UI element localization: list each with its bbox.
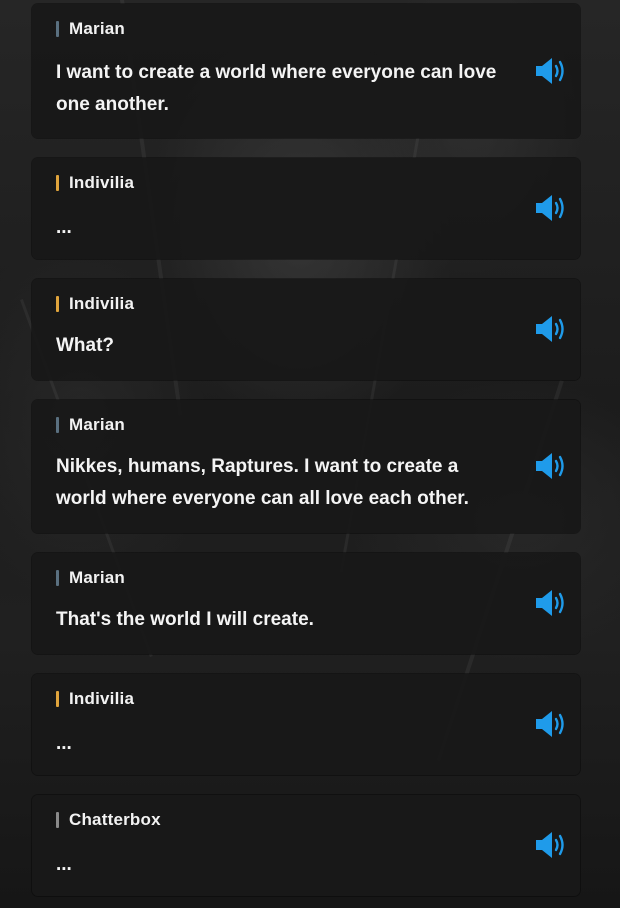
- speaker-name: Indivilia: [69, 294, 135, 313]
- dialogue-entry: Indivilia ...: [32, 674, 580, 775]
- speaker-header: Indivilia: [56, 172, 134, 194]
- voice-play-button[interactable]: [532, 586, 572, 620]
- speaker-volume-icon: [536, 58, 564, 84]
- speaker-header: Indivilia: [56, 293, 134, 315]
- voice-play-button[interactable]: [532, 707, 572, 741]
- voice-play-button[interactable]: [532, 191, 572, 225]
- speaker-header: Indivilia: [56, 688, 134, 710]
- speaker-header: Chatterbox: [56, 809, 161, 831]
- dialogue-text: I want to create a world where everyone …: [56, 62, 497, 115]
- speaker-accent-bar: [56, 296, 59, 312]
- speaker-accent-bar: [56, 175, 59, 191]
- dialogue-text: That's the world I will create.: [56, 609, 314, 630]
- dialogue-text: ...: [56, 733, 72, 754]
- speaker-accent-bar: [56, 417, 59, 433]
- dialogue-entry: Indivilia What?: [32, 279, 580, 380]
- speaker-volume-icon: [536, 195, 564, 221]
- speaker-volume-icon: [536, 316, 564, 342]
- speaker-name: Indivilia: [69, 173, 135, 192]
- speaker-volume-icon: [536, 832, 564, 858]
- voice-play-button[interactable]: [532, 828, 572, 862]
- dialogue-log[interactable]: Marian I want to create a world where ev…: [0, 0, 620, 908]
- dialogue-text: Nikkes, humans, Raptures. I want to crea…: [56, 456, 469, 509]
- speaker-header: Marian: [56, 18, 125, 40]
- dialogue-text: ...: [56, 854, 72, 875]
- speaker-volume-icon: [536, 711, 564, 737]
- dialogue-entry: Chatterbox ...: [32, 795, 580, 896]
- voice-play-button[interactable]: [532, 312, 572, 346]
- dialogue-entry: Indivilia ...: [32, 158, 580, 259]
- dialogue-text: What?: [56, 335, 115, 356]
- speaker-volume-icon: [536, 453, 564, 479]
- speaker-accent-bar: [56, 570, 59, 586]
- dialogue-entry: Marian I want to create a world where ev…: [32, 4, 580, 138]
- dialogue-entry: Marian That's the world I will create.: [32, 553, 580, 654]
- voice-play-button[interactable]: [532, 449, 572, 483]
- speaker-name: Marian: [69, 19, 125, 38]
- speaker-name: Chatterbox: [69, 810, 161, 829]
- speaker-name: Marian: [69, 415, 125, 434]
- voice-play-button[interactable]: [532, 54, 572, 88]
- speaker-volume-icon: [536, 590, 564, 616]
- speaker-header: Marian: [56, 414, 125, 436]
- dialogue-entry: Marian Nikkes, humans, Raptures. I want …: [32, 400, 580, 533]
- speaker-accent-bar: [56, 691, 59, 707]
- dialogue-text: ...: [56, 217, 72, 238]
- speaker-accent-bar: [56, 812, 59, 828]
- speaker-accent-bar: [56, 21, 59, 37]
- speaker-name: Indivilia: [69, 689, 135, 708]
- speaker-name: Marian: [69, 568, 125, 587]
- speaker-header: Marian: [56, 567, 125, 589]
